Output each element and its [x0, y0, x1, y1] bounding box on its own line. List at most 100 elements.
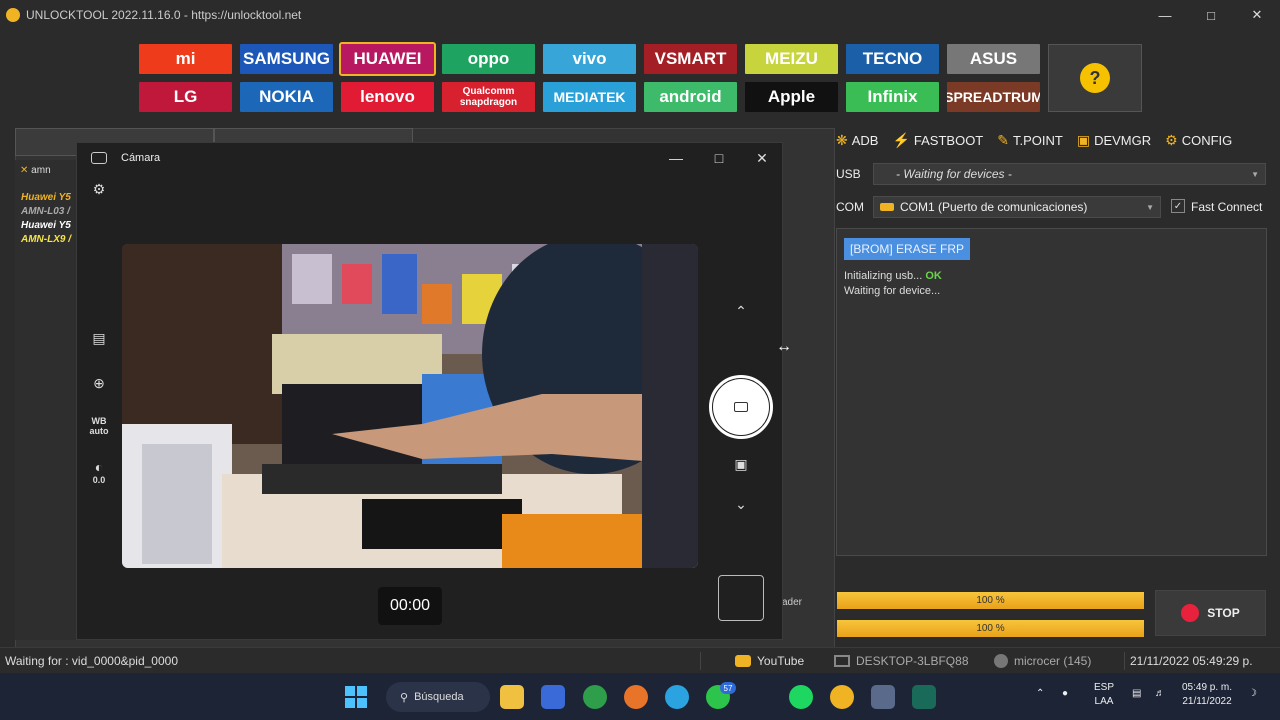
brand-apple[interactable]: Apple [745, 82, 838, 112]
brand-vsmart[interactable]: VSMART [644, 44, 737, 74]
start-button[interactable] [344, 685, 368, 709]
brand-lg[interactable]: LG [139, 82, 232, 112]
app-taskbar-icon[interactable] [912, 685, 936, 709]
menu-devmgr[interactable]: ▣ DEVMGR [1077, 132, 1151, 149]
youtube-label: YouTube [757, 654, 805, 668]
resize-cursor-icon: ↔ [776, 338, 792, 355]
hdr-off-button[interactable]: ▤ [85, 330, 113, 347]
brand-tecno[interactable]: TECNO [846, 44, 939, 74]
help-button[interactable]: ? [1048, 44, 1142, 112]
progress-label-2: 100 % [976, 623, 1005, 634]
clock[interactable]: 05:49 p. m. 21/11/2022 [1182, 681, 1232, 709]
com-select-value: COM1 (Puerto de comunicaciones) [900, 200, 1088, 214]
menu-fastboot-label: FASTBOOT [913, 132, 984, 148]
minimize-button[interactable]: — [1142, 0, 1188, 30]
network-icon[interactable]: ▤ [1132, 687, 1141, 701]
language-indicator[interactable]: ESP LAA [1094, 681, 1114, 709]
white-balance-button[interactable]: WB auto [85, 416, 113, 436]
usb-select[interactable]: - Waiting for devices - ▼ [873, 163, 1266, 185]
bolt-icon: ⚡ [892, 131, 910, 148]
camera-preview-image [122, 244, 698, 568]
close-button[interactable]: ✕ [1234, 0, 1280, 30]
brand-oppo[interactable]: oppo [442, 44, 535, 74]
brand-infinix[interactable]: Infinix [846, 82, 939, 112]
search-app-icon[interactable] [624, 685, 648, 709]
brand-huawei[interactable]: HUAWEI [339, 42, 436, 76]
brand-mediatek[interactable]: MEDIATEK [543, 82, 636, 112]
camera-app-taskbar-icon[interactable] [871, 685, 895, 709]
fast-connect-label: Fast Connect [1191, 200, 1263, 214]
menu-fastboot[interactable]: ⚡ FASTBOOT [892, 132, 983, 149]
taskbar-search[interactable]: ⚲ Búsqueda [386, 682, 490, 712]
camera-minimize-button[interactable]: — [656, 149, 696, 167]
camera-close-button[interactable]: ✕ [742, 149, 782, 167]
log-status-ok: OK [925, 270, 942, 282]
scroll-down-button[interactable]: ⌄ [729, 494, 753, 514]
chrome-icon[interactable] [583, 685, 607, 709]
clear-search-icon[interactable]: ✕ [20, 165, 28, 176]
loader-label: ader [782, 597, 803, 608]
taskbar: ⚲ Búsqueda ⌃ ● ESP LAA ▤ ♬ 05:49 p. m. 2… [0, 673, 1280, 720]
maximize-button[interactable]: □ [1188, 0, 1234, 30]
menu-bar: ❋ ADB ⚡ FASTBOOT ✎ T.POINT ▣ DEVMGR ⚙ CONFIG [836, 128, 1266, 152]
brand-meizu[interactable]: MEIZU [745, 44, 838, 74]
gear-icon: ⚙ [1165, 131, 1178, 148]
model-list-item[interactable]: Huawei Y5 [21, 220, 71, 231]
brand-spreadtrum[interactable]: SPREADTRUM [947, 82, 1040, 112]
chevron-up-icon[interactable]: ⌃ [1036, 687, 1044, 701]
com-select[interactable]: COM1 (Puerto de comunicaciones) ▼ [873, 196, 1161, 218]
record-timer: 00:00 [378, 587, 442, 625]
brand-qualcomm-snapdragon[interactable]: Qualcomm snapdragon [442, 82, 535, 112]
brand-android[interactable]: android [644, 82, 737, 112]
brand-samsung[interactable]: SAMSUNG [240, 44, 333, 74]
stop-button[interactable]: STOP [1155, 590, 1266, 636]
notifications-icon[interactable]: ☽ [1248, 687, 1257, 701]
status-datetime: 21/11/2022 05:49:29 p. [1130, 654, 1253, 668]
spotify-icon[interactable] [789, 685, 813, 709]
brand-lenovo[interactable]: lenovo [341, 82, 434, 112]
telegram-icon[interactable] [665, 685, 689, 709]
video-off-icon: ▤ [92, 330, 106, 346]
camera-settings-button[interactable]: ⚙ [85, 181, 113, 198]
menu-adb[interactable]: ❋ ADB [836, 132, 878, 149]
microphone-icon[interactable]: ● [1062, 687, 1068, 701]
file-explorer-icon[interactable] [500, 685, 524, 709]
computer-icon [834, 655, 850, 667]
gear-icon: ⚙ [92, 181, 106, 197]
youtube-link[interactable]: YouTube [735, 654, 804, 668]
exposure-button[interactable]: ◐ 0.0 [85, 459, 113, 485]
brand-vivo[interactable]: vivo [543, 44, 636, 74]
brand-nokia[interactable]: NOKIA [240, 82, 333, 112]
zoom-button[interactable]: ⊕ [85, 375, 113, 392]
brand-mi[interactable]: mi [139, 44, 232, 74]
stop-icon [1181, 604, 1200, 622]
clock-date: 21/11/2022 [1182, 696, 1232, 707]
photo-mode-button[interactable]: ▣ [729, 454, 753, 474]
model-list-item[interactable]: AMN-L03 / [21, 206, 70, 217]
camera-maximize-button[interactable]: □ [699, 149, 739, 167]
menu-adb-label: ADB [851, 132, 879, 148]
model-list-item[interactable]: AMN-LX9 / [21, 234, 71, 245]
model-list-item[interactable]: Huawei Y5 [21, 192, 71, 203]
volume-icon[interactable]: ♬ [1155, 687, 1165, 701]
progress-bar-1: 100 % [837, 592, 1144, 609]
menu-config[interactable]: ⚙ CONFIG [1165, 132, 1232, 149]
unlocktool-icon[interactable] [830, 685, 854, 709]
window-title: UNLOCKTOOL 2022.11.16.0 - https://unlock… [26, 8, 302, 22]
brand-asus[interactable]: ASUS [947, 44, 1040, 74]
log-line-2: Waiting for device... [844, 285, 941, 297]
pc-name-label: DESKTOP-3LBFQ88 [856, 654, 969, 668]
model-search-field[interactable]: ✕ amn [20, 165, 51, 176]
menu-tpoint[interactable]: ✎ T.POINT [997, 132, 1063, 149]
scroll-up-button[interactable]: ⌃ [729, 301, 753, 321]
wb-label: WB [91, 416, 107, 426]
menu-config-label: CONFIG [1181, 132, 1233, 148]
record-video-button[interactable] [709, 375, 773, 439]
fast-connect-checkbox[interactable]: ✓ [1171, 199, 1185, 213]
lang-bottom: LAA [1094, 696, 1114, 707]
progress-label-1: 100 % [976, 595, 1005, 606]
gallery-thumbnail[interactable] [718, 575, 764, 621]
store-icon[interactable] [541, 685, 565, 709]
exposure-icon: ◐ [94, 459, 104, 475]
log-line-1: Initializing usb... OK [844, 270, 942, 282]
